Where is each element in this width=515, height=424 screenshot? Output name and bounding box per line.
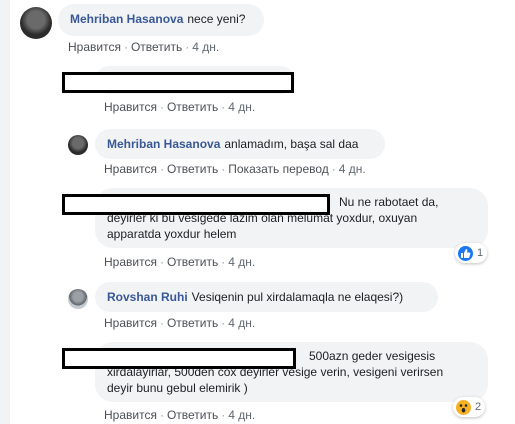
left-panel-edge <box>0 0 10 424</box>
reply-link[interactable]: Ответить <box>167 316 218 330</box>
comment-author[interactable]: Mehriban Hasanova <box>107 137 220 151</box>
reply-link[interactable]: Ответить <box>167 408 218 422</box>
like-link[interactable]: Нравится <box>104 100 157 114</box>
comment-time[interactable]: 4 дн. <box>228 316 255 330</box>
redaction-box <box>62 348 296 369</box>
comment-time[interactable]: 4 дн. <box>339 162 366 176</box>
comment-time[interactable]: 4 дн. <box>228 100 255 114</box>
comment-time[interactable]: 4 дн. <box>192 40 219 54</box>
reaction-count: 2 <box>475 401 482 413</box>
comment-text: nece yeni? <box>187 12 246 26</box>
comment-time[interactable]: 4 дн. <box>228 255 255 269</box>
reply-link[interactable]: Ответить <box>167 100 218 114</box>
redaction-box <box>62 72 294 93</box>
translate-link[interactable]: Показать перевод <box>228 162 329 176</box>
avatar[interactable] <box>68 289 88 309</box>
like-link[interactable]: Нравится <box>104 316 157 330</box>
comment-text: anlamadım, başa sal daa <box>224 137 359 151</box>
redaction-box <box>62 194 330 215</box>
like-link[interactable]: Нравится <box>104 255 157 269</box>
reaction-summary[interactable]: 2 <box>453 397 486 417</box>
comment-actions: Нравится · Ответить · 4 дн. <box>104 255 256 269</box>
like-link[interactable]: Нравится <box>68 40 121 54</box>
like-link[interactable]: Нравится <box>104 408 157 422</box>
comment-text-line: deyir bunu gebul elemirik ) <box>107 381 248 395</box>
comment-time[interactable]: 4 дн. <box>228 408 255 422</box>
comment-author[interactable]: Rovshan Ruhi <box>107 290 188 304</box>
like-link[interactable]: Нравится <box>104 162 157 176</box>
comment-bubble: Mehriban Hasanova nece yeni? <box>58 4 264 36</box>
comment-bubble: Rovshan Ruhi Vesiqenin pul xirdalamaqla n… <box>95 282 438 312</box>
wow-icon <box>456 399 471 415</box>
reply-link[interactable]: Ответить <box>167 162 218 176</box>
comment-actions: Нравится · Ответить · 4 дн. <box>104 316 256 330</box>
comment-text-line: apparatda yoxdur helem <box>107 227 237 241</box>
reaction-count: 1 <box>477 247 484 259</box>
comment-bubble: Mehriban Hasanova anlamadım, başa sal daa <box>95 129 385 159</box>
reaction-summary[interactable]: 1 <box>455 243 488 263</box>
reply-link[interactable]: Ответить <box>167 255 218 269</box>
like-icon <box>458 245 473 261</box>
comment-actions: Нравится · Ответить · 4 дн. <box>104 408 256 422</box>
comment-actions: Нравится · Ответить · 4 дн. <box>104 100 256 114</box>
comment-text: Vesiqenin pul xirdalamaqla ne elaqesi?) <box>191 290 404 304</box>
comment-author[interactable]: Mehriban Hasanova <box>70 12 183 26</box>
reply-link[interactable]: Ответить <box>131 40 182 54</box>
comment-actions: Нравится · Ответить · 4 дн. <box>68 40 220 54</box>
comment-actions: Нравится · Ответить · Показать перевод · 4 дн. <box>104 162 366 176</box>
avatar[interactable] <box>20 7 52 39</box>
avatar[interactable] <box>68 135 88 155</box>
